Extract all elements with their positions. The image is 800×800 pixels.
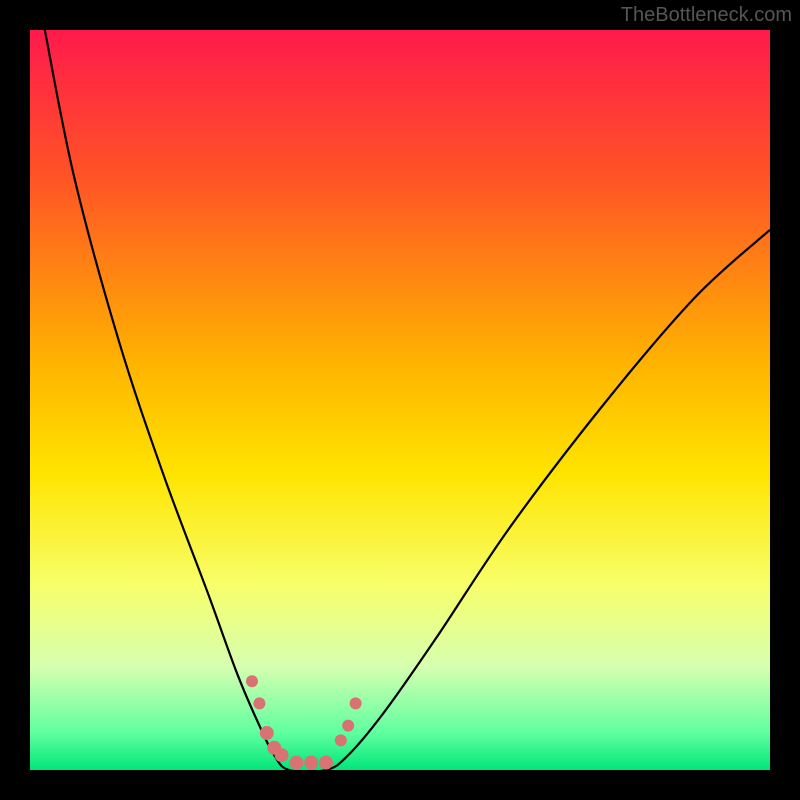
data-marker xyxy=(335,734,347,746)
plot-area xyxy=(30,30,770,770)
chart-frame: TheBottleneck.com xyxy=(0,0,800,800)
chart-svg xyxy=(30,30,770,770)
data-marker xyxy=(260,726,274,740)
data-marker xyxy=(319,756,333,770)
gradient-bg xyxy=(30,30,770,770)
data-marker xyxy=(350,697,362,709)
data-marker xyxy=(304,756,318,770)
data-marker xyxy=(246,675,258,687)
data-marker xyxy=(342,720,354,732)
data-marker xyxy=(253,697,265,709)
data-marker xyxy=(275,748,289,762)
credit-label: TheBottleneck.com xyxy=(621,4,792,27)
data-marker xyxy=(289,756,303,770)
